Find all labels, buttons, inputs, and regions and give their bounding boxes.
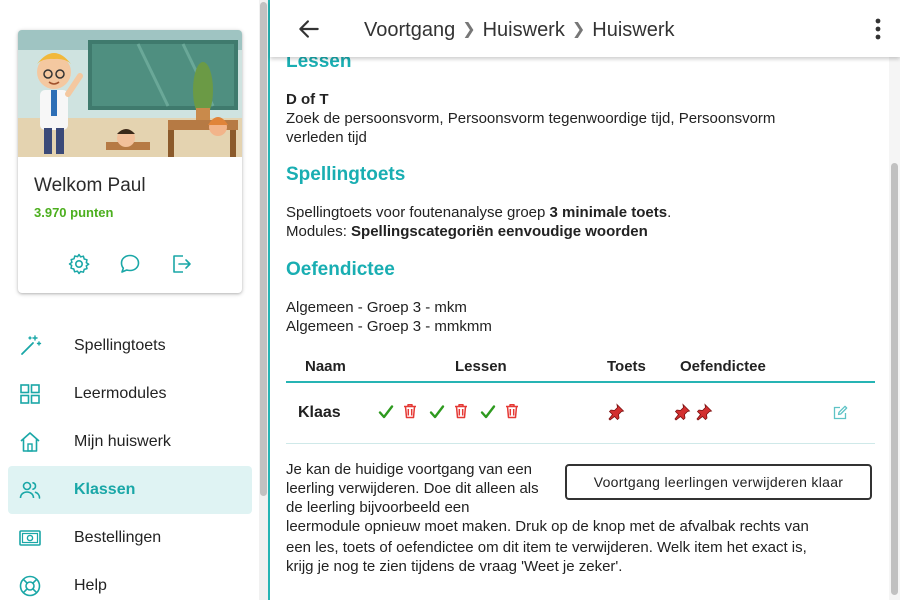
info-text: leermodule opnieuw moet maken. Druk op d…: [286, 518, 809, 535]
profile-card: Welkom Paul 3.970 punten: [18, 30, 242, 293]
lesson-name: D of T: [286, 91, 329, 108]
trash-icon[interactable]: [503, 402, 521, 420]
welcome-text: Welkom Paul: [34, 175, 146, 196]
info-text: de leerling bijvoorbeeld een: [286, 499, 470, 516]
column-header-toets: Toets: [607, 358, 646, 375]
breadcrumb-item[interactable]: Voortgang: [364, 19, 455, 41]
back-arrow-icon[interactable]: [296, 16, 322, 42]
pushpin-icon[interactable]: [673, 403, 691, 421]
student-name: Klaas: [298, 404, 341, 421]
main-content: Lessen D of T Zoek de persoonsvorm, Pers…: [286, 57, 886, 600]
sidebar-item-bestellingen[interactable]: Bestellingen: [8, 514, 252, 562]
edit-icon[interactable]: [832, 405, 848, 421]
lesson-description: verleden tijd: [286, 129, 367, 146]
sidebar-item-leermodules[interactable]: Leermodules: [8, 370, 252, 418]
sidebar-item-label: Spellingtoets: [74, 337, 166, 354]
spellingtoets-description: Spellingtoets voor foutenanalyse groep 3…: [286, 204, 672, 221]
sidebar-item-klassen[interactable]: Klassen: [8, 466, 252, 514]
sidebar-item-help[interactable]: Help: [8, 562, 252, 600]
check-icon: [429, 405, 445, 419]
remove-progress-done-button[interactable]: Voortgang leerlingen verwijderen klaar: [565, 464, 872, 500]
breadcrumb: Voortgang ❯ Huiswerk ❯ Huiswerk: [364, 19, 675, 42]
sidebar-item-label: Bestellingen: [74, 529, 162, 546]
table-row: Klaas: [286, 384, 875, 444]
more-vertical-icon[interactable]: [868, 16, 888, 42]
sidebar-item-mijn-huiswerk[interactable]: Mijn huiswerk: [8, 418, 252, 466]
oefendictee-item: Algemeen - Groep 3 - mkm: [286, 299, 467, 316]
sidebar-item-spellingtoets[interactable]: Spellingtoets: [8, 322, 252, 370]
logout-icon[interactable]: [169, 252, 193, 276]
money-icon: [19, 530, 41, 546]
breadcrumb-item[interactable]: Huiswerk: [483, 19, 565, 41]
home-icon: [20, 432, 40, 452]
oefendictee-item: Algemeen - Groep 3 - mmkmm: [286, 318, 492, 335]
pushpin-icon[interactable]: [695, 403, 713, 421]
lesson-description: Zoek de persoonsvorm, Persoonsvorm tegen…: [286, 110, 776, 127]
pushpin-icon[interactable]: [607, 403, 625, 421]
sidebar-item-label: Klassen: [74, 481, 136, 498]
column-header-naam: Naam: [305, 358, 346, 375]
main-scrollbar-thumb[interactable]: [891, 163, 898, 595]
sidebar-scrollbar-thumb[interactable]: [260, 2, 267, 496]
info-text: een les, toets of oefendictee om dit ite…: [286, 539, 807, 556]
sidebar-item-label: Leermodules: [74, 385, 167, 402]
check-icon: [378, 405, 394, 419]
sidebar-nav: Spellingtoets Leermodules Mijn huiswerk: [8, 322, 252, 600]
info-text: krijg je nog te zien tijdens de vraag 'W…: [286, 558, 623, 575]
main-scrollbar[interactable]: [889, 57, 900, 600]
users-icon: [19, 481, 41, 499]
sidebar-divider: [268, 0, 270, 600]
gear-icon[interactable]: [67, 252, 91, 276]
check-icon: [480, 405, 496, 419]
info-text: Je kan de huidige voortgang van een: [286, 461, 533, 478]
section-title-oefendictee: Oefendictee: [286, 259, 395, 280]
trash-icon[interactable]: [401, 402, 419, 420]
grid-icon: [20, 384, 40, 404]
chevron-right-icon: ❯: [571, 21, 586, 38]
chevron-right-icon: ❯: [462, 21, 476, 38]
magic-wand-icon: [21, 335, 42, 355]
sidebar-item-label: Help: [74, 577, 107, 594]
sidebar-item-label: Mijn huiswerk: [74, 433, 171, 450]
trash-icon[interactable]: [452, 402, 470, 420]
progress-table-header: Naam Lessen Toets Oefendictee: [286, 357, 875, 383]
classroom-banner-image: [18, 30, 242, 157]
column-header-oefendictee: Oefendictee: [680, 358, 766, 375]
breadcrumb-item: Huiswerk: [592, 19, 675, 41]
spellingtoets-modules: Modules: Spellingscategoriën eenvoudige …: [286, 223, 648, 240]
info-text: leerling verwijderen. Doe dit alleen als: [286, 480, 539, 497]
points-value: 3.970 punten: [34, 205, 114, 220]
sidebar: Welkom Paul 3.970 punten Spellingtoets L…: [0, 0, 258, 600]
top-app-bar: Voortgang ❯ Huiswerk ❯ Huiswerk: [270, 0, 900, 57]
section-title-lessen: Lessen: [286, 57, 352, 72]
column-header-lessen: Lessen: [455, 358, 507, 375]
section-title-spellingtoets: Spellingtoets: [286, 164, 406, 185]
profile-actions: [18, 252, 242, 278]
chat-icon[interactable]: [118, 252, 142, 276]
lifebuoy-icon: [19, 575, 41, 597]
